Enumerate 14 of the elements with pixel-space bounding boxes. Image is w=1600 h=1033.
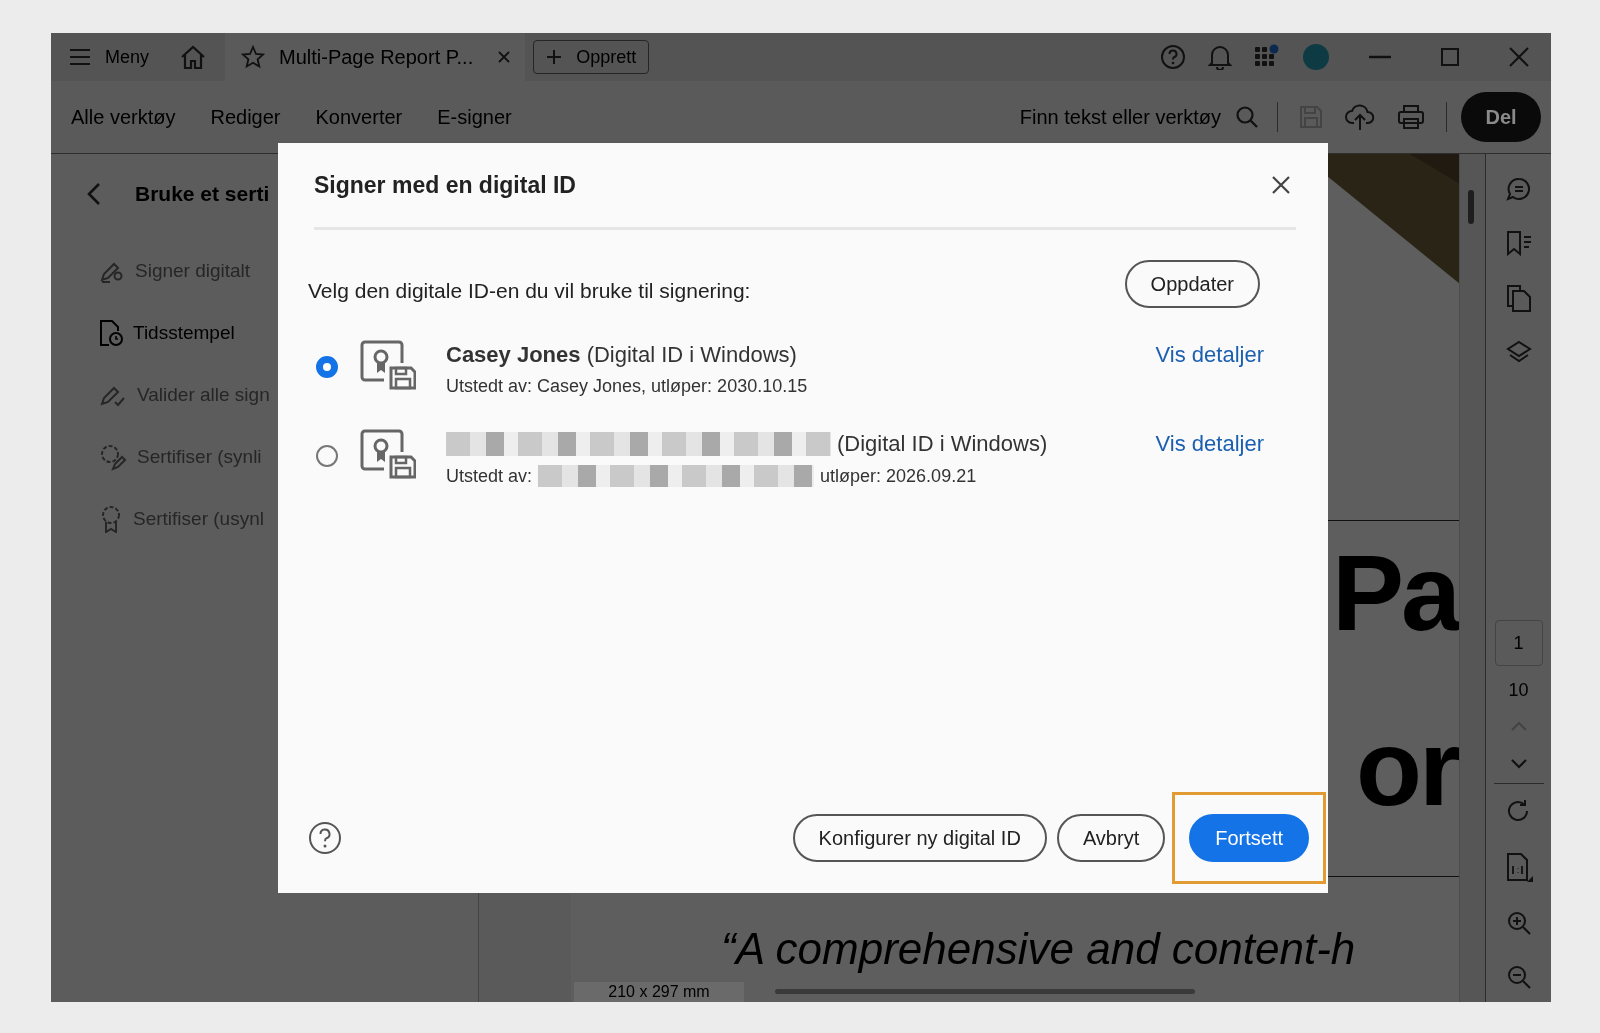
dialog-prompt: Velg den digitale ID-en du vil bruke til signering:: [308, 279, 751, 303]
tab-title: Multi-Page Report P...: [279, 45, 474, 69]
page-quote: “A comprehensive and content-h: [721, 924, 1356, 974]
page-heading: or: [1356, 714, 1458, 822]
panel-title: Bruke et serti: [135, 182, 270, 206]
dialog-title: Signer med en digital ID: [314, 171, 576, 199]
expiry-text: utløper: 2026.09.21: [820, 465, 977, 487]
issuer-text: Utstedt av: Casey Jones, utløper: 2030.10.15: [446, 376, 808, 397]
issuer-label: Utstedt av:: [446, 465, 533, 487]
page-size-label: 210 x 297 mm: [574, 982, 744, 1002]
page-heading: Pa: [1331, 539, 1458, 647]
page-count: 10: [1508, 680, 1529, 701]
id-name: (Digital ID i Windows): [837, 431, 1048, 457]
id-name: Casey Jones (Digital ID i Windows): [446, 342, 797, 368]
